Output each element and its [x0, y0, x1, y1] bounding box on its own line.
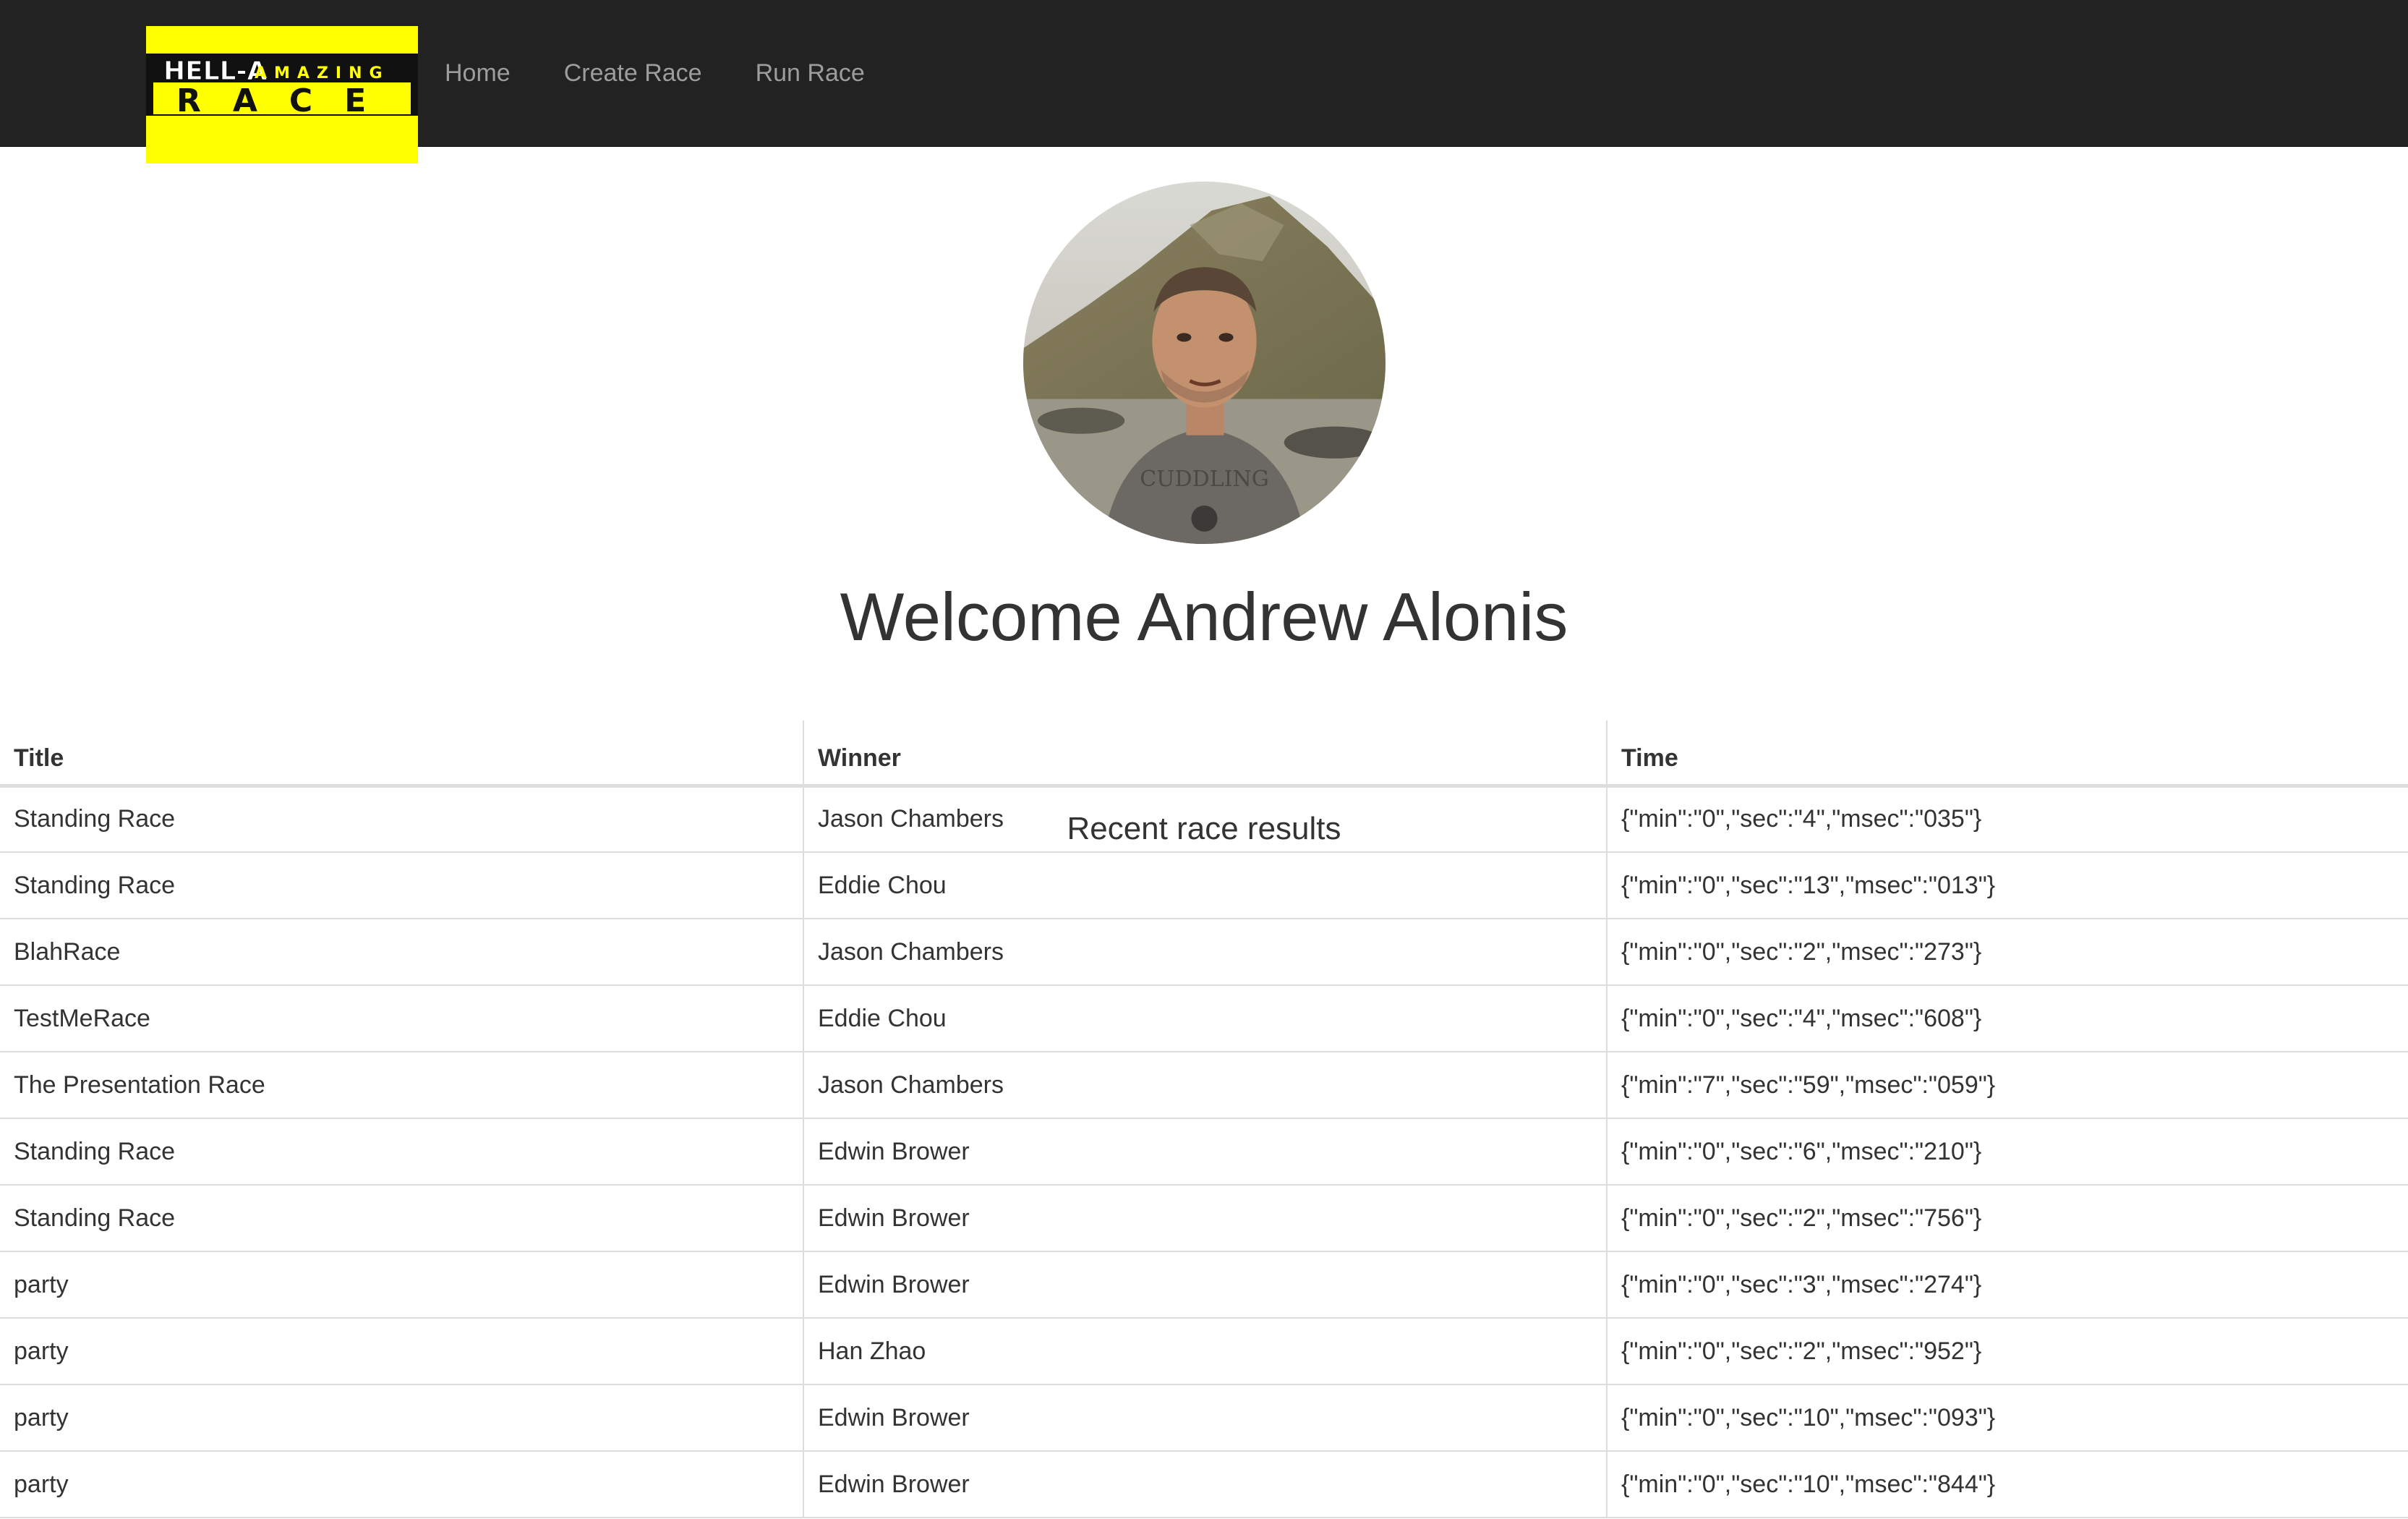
column-header-title: Title — [0, 720, 803, 788]
brand-logo[interactable]: HELL-A AMAZING RACE — [146, 26, 418, 163]
table-header-row: Title Winner Time — [0, 720, 2408, 788]
cell-time: {"min":"0","sec":"6","msec":"210"} — [1606, 1118, 2408, 1186]
cell-winner: Jason Chambers — [803, 1052, 1607, 1119]
avatar: CUDDLING — [1023, 182, 1386, 544]
cell-title: Standing Race — [0, 786, 803, 853]
cell-time: {"min":"0","sec":"10","msec":"844"} — [1606, 1451, 2408, 1518]
cell-title: Standing Race — [0, 852, 803, 919]
table-row: Standing Race Edwin Brower {"min":"0","s… — [0, 1118, 2408, 1186]
cell-winner: Edwin Brower — [803, 1118, 1607, 1186]
cell-winner: Eddie Chou — [803, 985, 1607, 1052]
table-row: The Presentation Race Jason Chambers {"m… — [0, 1052, 2408, 1119]
cell-time: {"min":"0","sec":"2","msec":"952"} — [1606, 1318, 2408, 1385]
cell-title: BlahRace — [0, 919, 803, 986]
cell-time: {"min":"0","sec":"3","msec":"274"} — [1606, 1251, 2408, 1319]
cell-winner: Edwin Brower — [803, 1251, 1607, 1319]
nav-home-link[interactable]: Home — [418, 0, 537, 146]
brand-line2: RACE — [176, 82, 398, 119]
column-header-winner: Winner — [803, 720, 1607, 788]
welcome-heading: Welcome Andrew Alonis — [840, 579, 1568, 655]
brand-line1-bold: HELL-A — [163, 56, 268, 86]
nav-links: Home Create Race Run Race — [418, 0, 892, 146]
table-body: Standing Race Jason Chambers {"min":"0",… — [0, 786, 2408, 1518]
cell-title: party — [0, 1318, 803, 1385]
cell-winner: Eddie Chou — [803, 852, 1607, 919]
top-navbar: HELL-A AMAZING RACE Home Create Race Run… — [0, 0, 2408, 163]
race-results-table: Title Winner Time Standing Race Jason Ch… — [0, 720, 2408, 1518]
cell-title: TestMeRace — [0, 985, 803, 1052]
cell-time: {"min":"0","sec":"4","msec":"035"} — [1606, 786, 2408, 853]
table-row: Standing Race Eddie Chou {"min":"0","sec… — [0, 852, 2408, 919]
cell-winner: Edwin Brower — [803, 1384, 1607, 1452]
nav-run-race-link[interactable]: Run Race — [729, 0, 892, 146]
nav-create-race-link[interactable]: Create Race — [537, 0, 729, 146]
cell-winner: Han Zhao — [803, 1318, 1607, 1385]
cell-time: {"min":"0","sec":"4","msec":"608"} — [1606, 985, 2408, 1052]
brand-line1-rest: AMAZING — [255, 64, 390, 82]
column-header-time: Time — [1606, 720, 2408, 788]
cell-title: party — [0, 1451, 803, 1518]
cell-winner: Jason Chambers — [803, 919, 1607, 986]
cell-time: {"min":"0","sec":"13","msec":"013"} — [1606, 852, 2408, 919]
shirt-text: CUDDLING — [1140, 467, 1269, 492]
cell-title: Standing Race — [0, 1185, 803, 1252]
cell-title: party — [0, 1384, 803, 1452]
table-row: party Han Zhao {"min":"0","sec":"2","mse… — [0, 1318, 2408, 1385]
cell-winner: Edwin Brower — [803, 1185, 1607, 1252]
cell-time: {"min":"0","sec":"2","msec":"273"} — [1606, 919, 2408, 986]
cell-title: Standing Race — [0, 1118, 803, 1186]
race-logo-graphic: HELL-A AMAZING RACE — [146, 26, 418, 163]
avatar-photo: CUDDLING — [1023, 182, 1386, 544]
cell-title: party — [0, 1251, 803, 1319]
table-row: BlahRace Jason Chambers {"min":"0","sec"… — [0, 919, 2408, 986]
table-row: Standing Race Edwin Brower {"min":"0","s… — [0, 1185, 2408, 1252]
table-row: TestMeRace Eddie Chou {"min":"0","sec":"… — [0, 985, 2408, 1052]
cell-winner: Jason Chambers — [803, 786, 1607, 853]
table-row: party Edwin Brower {"min":"0","sec":"10"… — [0, 1384, 2408, 1452]
cell-winner: Edwin Brower — [803, 1451, 1607, 1518]
cell-time: {"min":"0","sec":"10","msec":"093"} — [1606, 1384, 2408, 1452]
cell-time: {"min":"0","sec":"2","msec":"756"} — [1606, 1185, 2408, 1252]
table-row: Standing Race Jason Chambers {"min":"0",… — [0, 786, 2408, 853]
table-row: party Edwin Brower {"min":"0","sec":"10"… — [0, 1451, 2408, 1518]
cell-time: {"min":"7","sec":"59","msec":"059"} — [1606, 1052, 2408, 1119]
cell-title: The Presentation Race — [0, 1052, 803, 1119]
table-header: Title Winner Time — [0, 720, 2408, 788]
table-row: party Edwin Brower {"min":"0","sec":"3",… — [0, 1251, 2408, 1319]
